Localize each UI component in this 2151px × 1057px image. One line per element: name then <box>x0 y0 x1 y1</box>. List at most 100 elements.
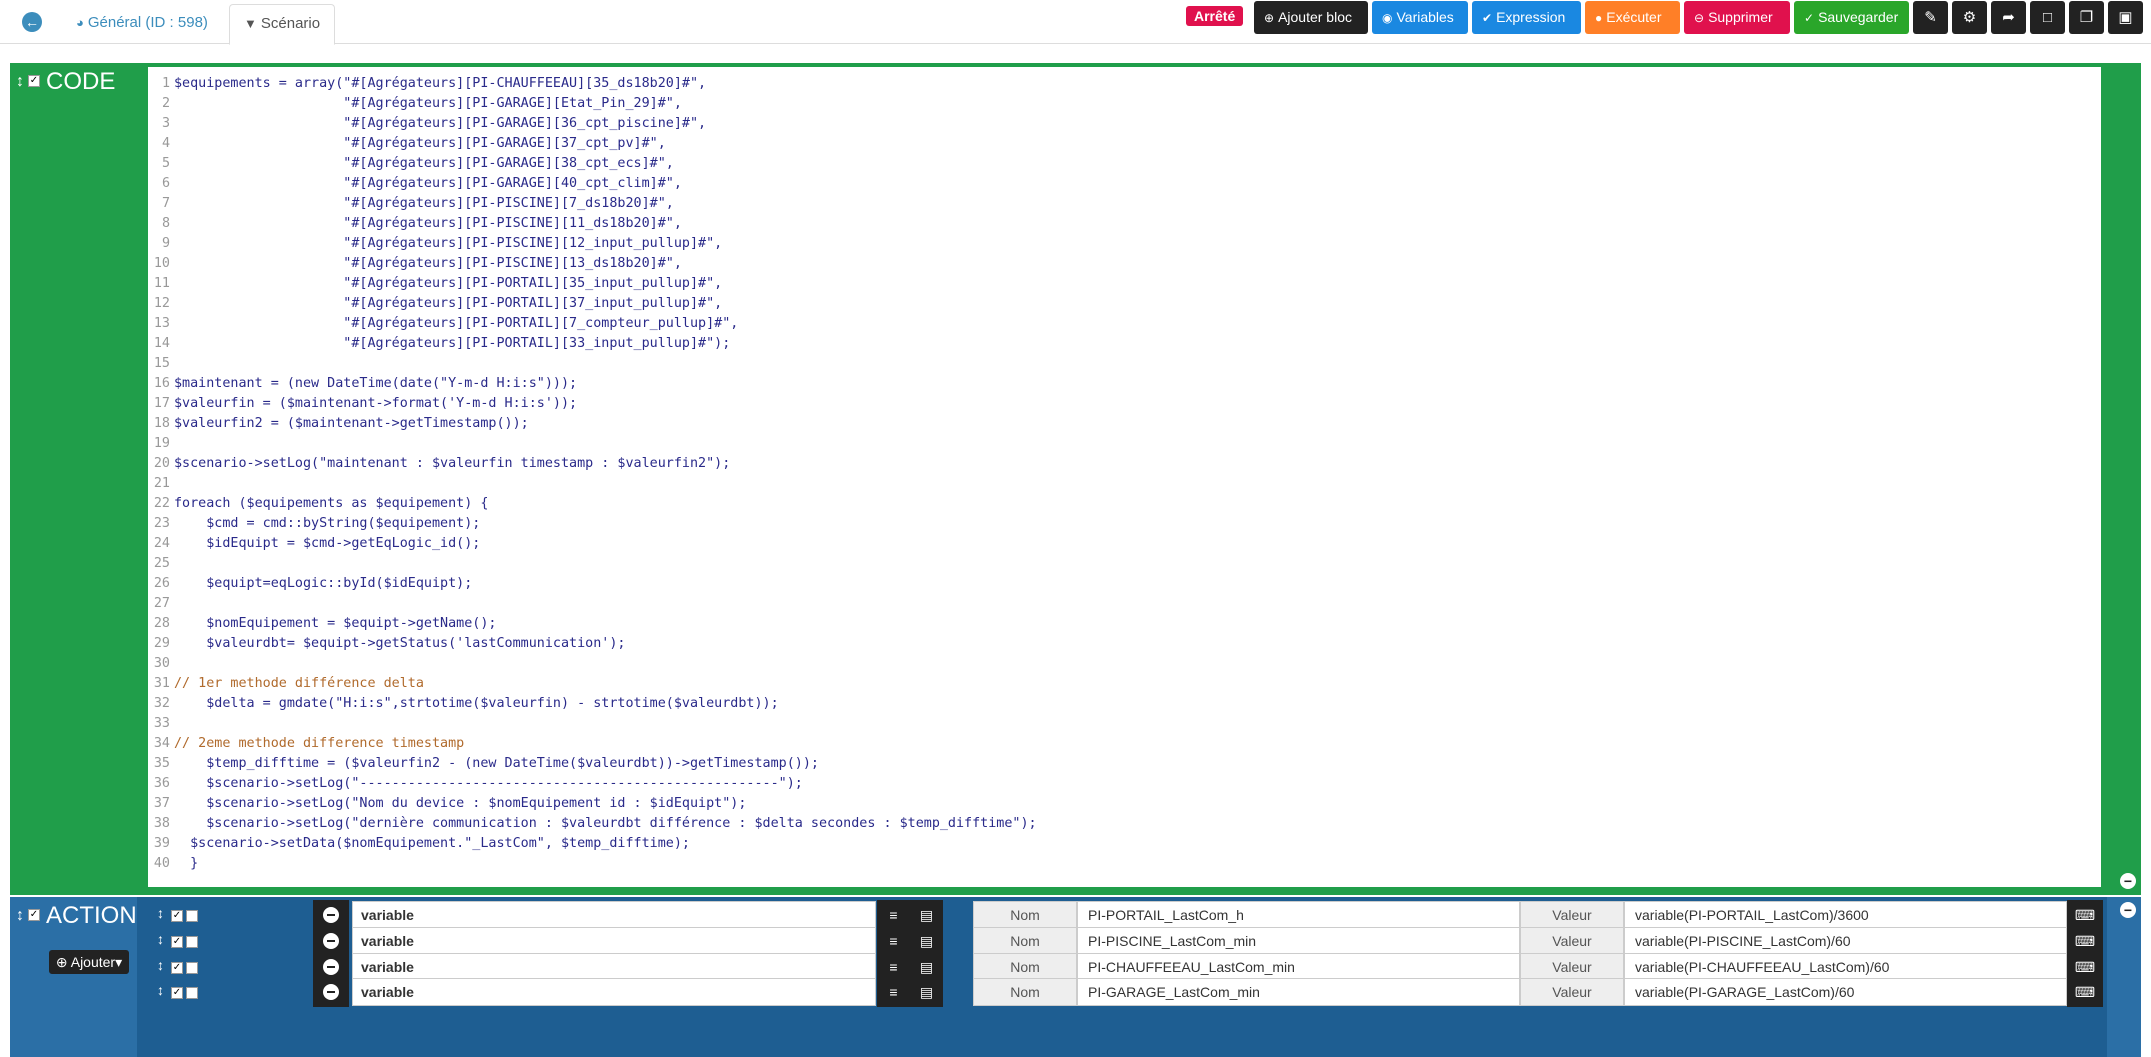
share-icon[interactable]: ➦ <box>1991 1 2026 34</box>
enable-checkbox[interactable]: ✓ <box>171 936 183 948</box>
line-number: 9 <box>161 236 170 251</box>
enable-checkbox[interactable]: ✓ <box>28 74 40 87</box>
action-list: ↕ ✓ variable ≡ ▤ Nom PI-PORTAIL_LastCom_h Valeu… <box>137 897 2107 1057</box>
code-line-text: // 1er methode différence delta <box>174 676 424 691</box>
cogs-icon[interactable]: ⚙ <box>1952 1 1987 34</box>
action-block: ↕ ✓ ACTION ⊕ Ajouter▾ ↕ ✓ variable ≡ ▤ Nom PI-PO… <box>10 897 2141 1057</box>
edit-icon[interactable]: ✎ <box>1913 1 1948 34</box>
keyboard-icon[interactable]: ⌨ <box>2067 977 2103 1007</box>
code-line: 37 $scenario->setLog("Nom du device : $n… <box>148 794 2101 814</box>
copy-icon[interactable]: ❐ <box>2069 1 2104 34</box>
nom-input[interactable]: PI-GARAGE_LastCom_min <box>1077 978 1520 1006</box>
remove-action-button[interactable] <box>313 977 349 1007</box>
tab-general-label: Général (ID : 598) <box>87 14 208 31</box>
code-line-text: $valeurfin = ($maintenant->format('Y-m-d… <box>174 396 578 411</box>
code-line-text: $temp_difftime = ($valeurfin2 - (new Dat… <box>174 756 819 771</box>
collapse-block-icon[interactable]: − <box>2120 902 2136 918</box>
code-line-text: $equipements = array("#[Agrégateurs][PI-… <box>174 76 707 91</box>
code-line: 21 <box>148 474 2101 494</box>
line-number: 20 <box>153 456 170 471</box>
delete-button[interactable]: ⊖ Supprimer <box>1684 1 1790 34</box>
tab-general[interactable]: ◕ Général (ID : 598) <box>62 4 222 44</box>
drag-handle-icon[interactable]: ↕ <box>16 67 24 97</box>
code-line: 30 <box>148 654 2101 674</box>
parallel-checkbox[interactable] <box>186 936 198 948</box>
parallel-checkbox[interactable] <box>186 962 198 974</box>
add-action-button[interactable]: ⊕ Ajouter▾ <box>49 950 129 974</box>
code-line: 23 $cmd = cmd::byString($equipement); <box>148 514 2101 534</box>
line-number: 15 <box>153 356 170 371</box>
line-number: 16 <box>153 376 170 391</box>
drag-handle-icon[interactable]: ↕ <box>16 901 24 931</box>
code-line: 38 $scenario->setLog("dernière communica… <box>148 814 2101 834</box>
code-line: 4 "#[Agrégateurs][PI-GARAGE][37_cpt_pv]#… <box>148 134 2101 154</box>
code-line-text: $valeurdbt= $equipt->getStatus('lastComm… <box>174 636 626 651</box>
code-line-text: $equipt=eqLogic::byId($idEquipt); <box>174 576 473 591</box>
line-number: 19 <box>153 436 170 451</box>
list-icon[interactable]: ≡ <box>877 977 910 1007</box>
line-number: 1 <box>161 76 170 91</box>
line-number: 6 <box>161 176 170 191</box>
table-icon[interactable]: ▤ <box>910 977 943 1007</box>
back-arrow-icon[interactable]: ← <box>22 12 42 32</box>
code-line-text: "#[Agrégateurs][PI-GARAGE][Etat_Pin_29]#… <box>174 96 682 111</box>
command-input[interactable]: variable <box>352 978 876 1006</box>
code-line: 31 // 1er methode différence delta <box>148 674 2101 694</box>
variables-label: Variables <box>1396 9 1454 25</box>
add-block-button[interactable]: ⊕ Ajouter bloc <box>1254 1 1368 34</box>
drag-handle-icon[interactable]: ↕ <box>157 905 164 921</box>
enable-checkbox[interactable]: ✓ <box>171 987 183 999</box>
code-line-text: "#[Agrégateurs][PI-PISCINE][7_ds18b20]#"… <box>174 196 674 211</box>
code-lines: 1 $equipements = array("#[Agrégateurs][PI… <box>148 74 2101 874</box>
minus-circle-icon <box>323 933 339 949</box>
command-input[interactable]: variable <box>352 901 876 929</box>
parallel-checkbox[interactable] <box>186 910 198 922</box>
code-editor[interactable]: 1 $equipements = array("#[Agrégateurs][PI… <box>148 67 2101 887</box>
collapse-block-icon[interactable]: − <box>2120 873 2136 889</box>
minus-circle-icon <box>323 907 339 923</box>
enable-checkbox[interactable]: ✓ <box>28 908 40 921</box>
expression-button[interactable]: ✔ Expression <box>1472 1 1581 34</box>
variables-button[interactable]: ◉ Variables <box>1372 1 1468 34</box>
code-line: 29 $valeurdbt= $equipt->getStatus('lastC… <box>148 634 2101 654</box>
tab-scenario[interactable]: ▼ Scénario <box>229 4 336 45</box>
valeur-input[interactable]: variable(PI-PISCINE_LastCom)/60 <box>1624 927 2067 955</box>
code-line-text: "#[Agrégateurs][PI-PISCINE][12_input_pul… <box>174 236 723 251</box>
command-input[interactable]: variable <box>352 927 876 955</box>
nom-input[interactable]: PI-PISCINE_LastCom_min <box>1077 927 1520 955</box>
save-label: Sauvegarder <box>1818 9 1899 25</box>
delete-label: Supprimer <box>1708 9 1773 25</box>
line-number: 32 <box>153 696 170 711</box>
code-line: 22 foreach ($equipements as $equipement) … <box>148 494 2101 514</box>
valeur-input[interactable]: variable(PI-GARAGE_LastCom)/60 <box>1624 978 2067 1006</box>
save-button[interactable]: ✓ Sauvegarder <box>1794 1 1909 34</box>
nom-label: Nom <box>973 978 1077 1006</box>
nom-input[interactable]: PI-PORTAIL_LastCom_h <box>1077 901 1520 929</box>
expand-icon[interactable]: ▣ <box>2108 1 2143 34</box>
code-line: 1 $equipements = array("#[Agrégateurs][PI… <box>148 74 2101 94</box>
line-number: 31 <box>153 676 170 691</box>
valeur-input[interactable]: variable(PI-PORTAIL_LastCom)/3600 <box>1624 901 2067 929</box>
code-line-text: $scenario->setData($nomEquipement."_Last… <box>174 836 690 851</box>
code-line-text: $idEquipt = $cmd->getEqLogic_id(); <box>174 536 481 551</box>
drag-handle-icon[interactable]: ↕ <box>157 957 164 973</box>
drag-handle-icon[interactable]: ↕ <box>157 982 164 998</box>
execute-button[interactable]: ● Exécuter <box>1585 1 1680 34</box>
code-line: 33 <box>148 714 2101 734</box>
enable-checkbox[interactable]: ✓ <box>171 962 183 974</box>
enable-checkbox[interactable]: ✓ <box>171 910 183 922</box>
line-number: 28 <box>153 616 170 631</box>
line-number: 14 <box>153 336 170 351</box>
file-icon[interactable]: □ <box>2030 1 2065 34</box>
drag-handle-icon[interactable]: ↕ <box>157 931 164 947</box>
code-line: 35 $temp_difftime = ($valeurfin2 - (new … <box>148 754 2101 774</box>
parallel-checkbox[interactable] <box>186 987 198 999</box>
line-number: 24 <box>153 536 170 551</box>
filter-icon: ▼ <box>244 16 257 31</box>
code-line-text: "#[Agrégateurs][PI-GARAGE][36_cpt_piscin… <box>174 116 707 131</box>
code-line: 32 $delta = gmdate("H:i:s",strtotime($va… <box>148 694 2101 714</box>
line-number: 30 <box>153 656 170 671</box>
line-number: 18 <box>153 416 170 431</box>
line-number: 7 <box>161 196 170 211</box>
line-number: 35 <box>153 756 170 771</box>
